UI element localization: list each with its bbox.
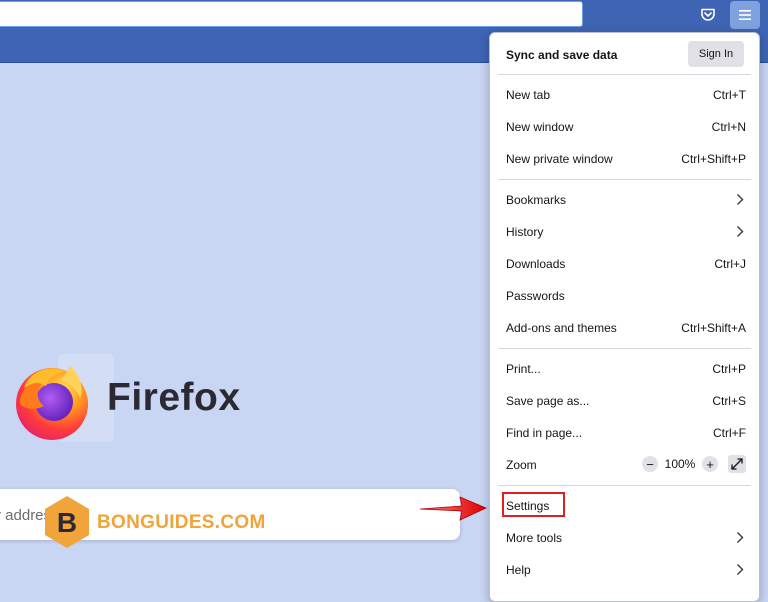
menu-item-find-in-page[interactable]: Find in page... Ctrl+F [498,417,750,449]
menu-separator [498,485,751,486]
menu-item-zoom: Zoom − 100% + [498,449,750,481]
chevron-right-icon [737,226,744,237]
app-menu-button[interactable] [730,1,760,29]
menu-item-passwords[interactable]: Passwords [498,280,750,312]
fullscreen-icon [731,458,743,470]
chevron-right-icon [737,194,744,205]
firefox-logo: Firefox [10,354,250,450]
firefox-icon [16,366,88,440]
hamburger-menu-icon [739,10,751,20]
menu-separator [498,74,751,75]
zoom-reset-button[interactable]: 100% [658,457,702,471]
svg-text:B: B [57,507,77,538]
firefox-wordmark: Firefox [107,376,241,419]
menu-item-addons-and-themes[interactable]: Add-ons and themes Ctrl+Shift+A [498,312,750,344]
menu-item-new-private-window[interactable]: New private window Ctrl+Shift+P [498,143,750,175]
sync-section: Sync and save data Sign In [490,33,759,75]
menu-item-more-tools[interactable]: More tools [498,522,750,554]
menu-separator [498,348,751,349]
menu-item-bookmarks[interactable]: Bookmarks [498,184,750,216]
sign-in-button[interactable]: Sign In [688,41,744,67]
red-arrow-icon [419,496,487,521]
menu-separator [498,179,751,180]
pocket-button[interactable] [693,1,723,29]
menu-item-save-page-as[interactable]: Save page as... Ctrl+S [498,385,750,417]
menu-item-history[interactable]: History [498,216,750,248]
app-menu-panel: Sync and save data Sign In New tab Ctrl+… [489,32,760,602]
zoom-controls: − 100% + [642,455,746,473]
menu-item-downloads[interactable]: Downloads Ctrl+J [498,248,750,280]
menu-item-print[interactable]: Print... Ctrl+P [498,353,750,385]
chevron-right-icon [737,532,744,543]
menu-item-new-tab[interactable]: New tab Ctrl+T [498,79,750,111]
menu-item-settings[interactable]: Settings [498,490,750,522]
navigation-toolbar [0,0,768,34]
menu-item-help[interactable]: Help [498,554,750,586]
chevron-right-icon [737,564,744,575]
fullscreen-button[interactable] [728,455,746,473]
bonguides-logo-icon: B [45,496,89,548]
zoom-in-button[interactable]: + [702,456,718,472]
pocket-icon [701,8,715,21]
watermark-text: BONGUIDES.COM [97,512,266,533]
sync-label: Sync and save data [506,48,618,62]
zoom-out-button[interactable]: − [642,456,658,472]
menu-item-new-window[interactable]: New window Ctrl+N [498,111,750,143]
url-bar[interactable] [0,1,583,27]
